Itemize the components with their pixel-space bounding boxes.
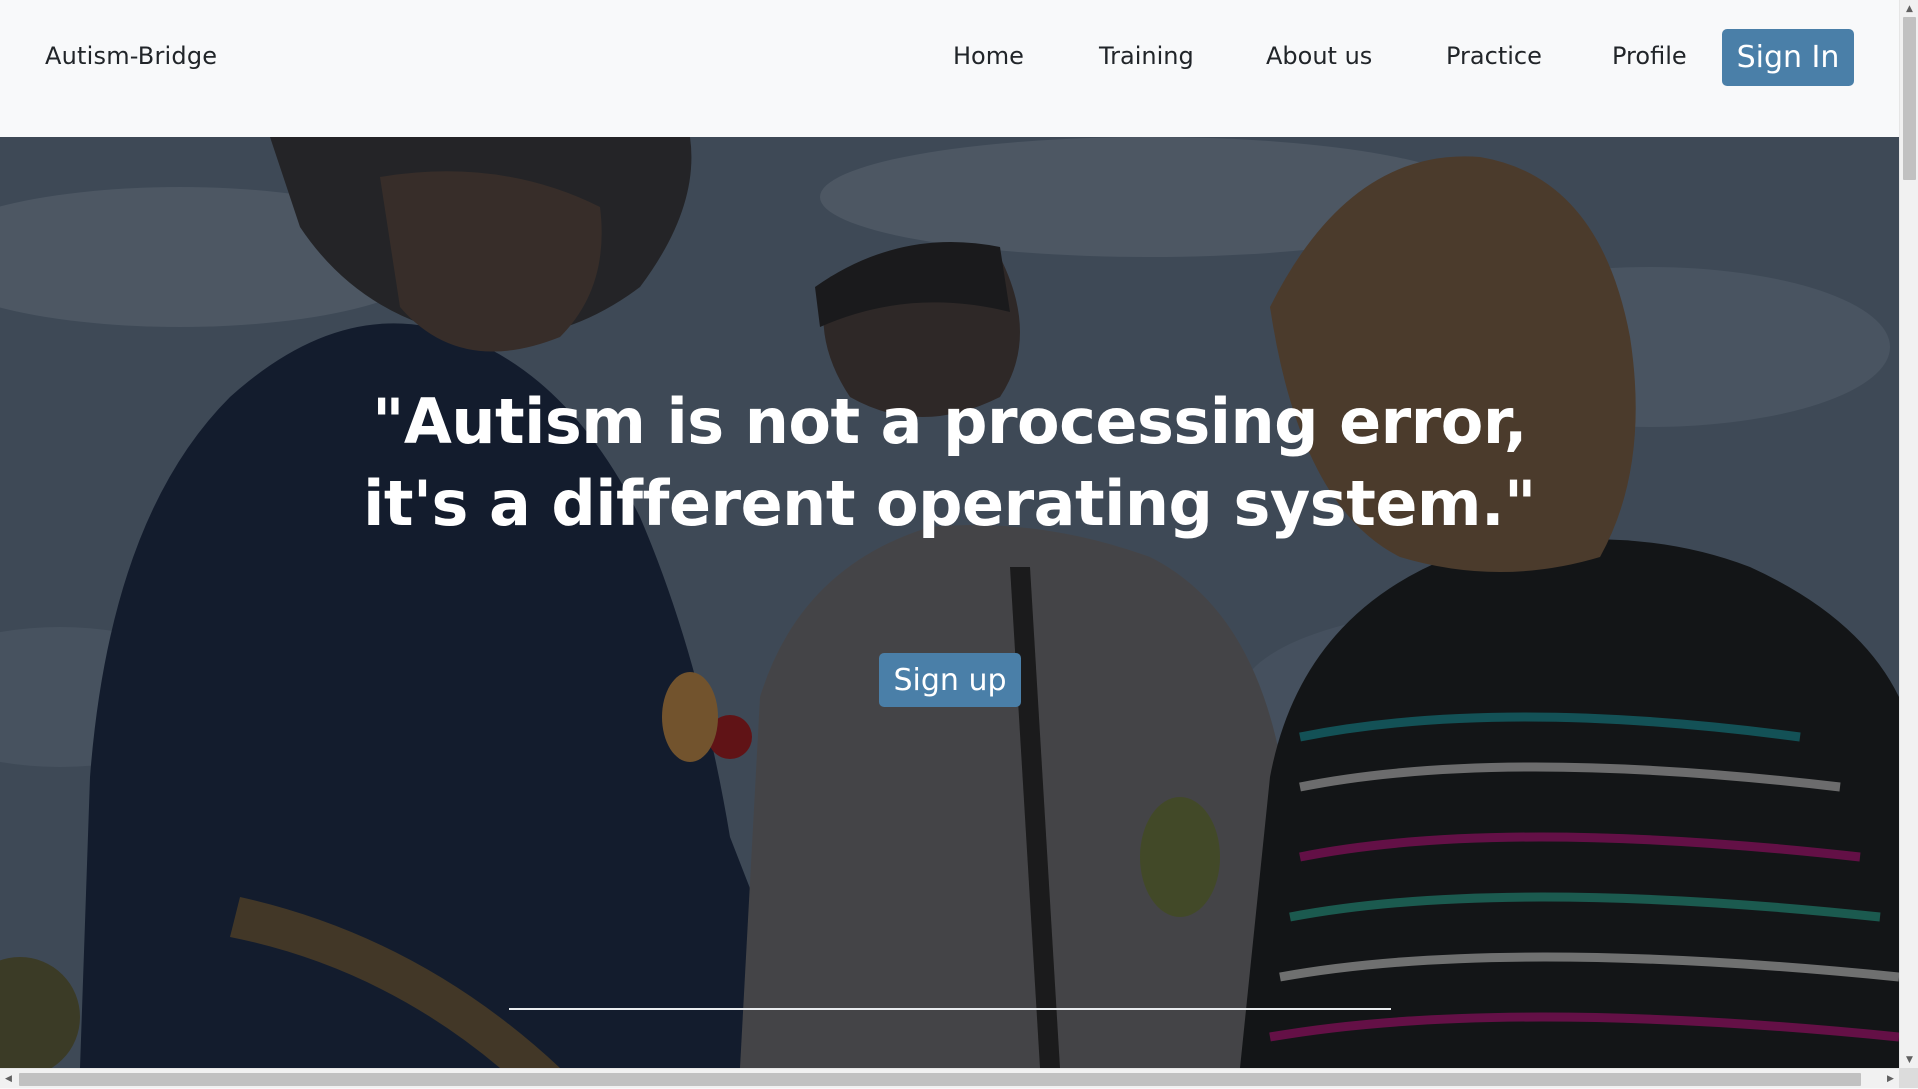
hero-quote: "Autism is not a processing error, it's … <box>0 381 1899 545</box>
hero-quote-line-2: it's a different operating system." <box>363 466 1536 540</box>
hero-quote-line-1: "Autism is not a processing error, <box>372 384 1527 458</box>
nav-link-about-us[interactable]: About us <box>1266 42 1372 70</box>
scroll-left-arrow-icon[interactable]: ◀ <box>0 1069 17 1089</box>
scroll-right-arrow-icon[interactable]: ▶ <box>1882 1069 1899 1089</box>
vertical-scrollbar[interactable]: ▲ ▼ <box>1899 0 1918 1068</box>
hero-section: "Autism is not a processing error, it's … <box>0 137 1899 1068</box>
scrollbar-corner <box>1899 1068 1918 1088</box>
page-viewport: Autism-Bridge Home Training About us Pra… <box>0 0 1899 1068</box>
horizontal-scroll-thumb[interactable] <box>19 1073 1861 1086</box>
nav-link-home[interactable]: Home <box>953 42 1024 70</box>
nav-link-practice[interactable]: Practice <box>1446 42 1542 70</box>
scroll-down-arrow-icon[interactable]: ▼ <box>1900 1051 1918 1068</box>
hero-divider <box>509 1008 1391 1010</box>
brand-logo-link[interactable]: Autism-Bridge <box>45 42 217 70</box>
navbar: Autism-Bridge Home Training About us Pra… <box>0 0 1899 137</box>
hero-dark-overlay <box>0 137 1899 1068</box>
sign-in-button[interactable]: Sign In <box>1722 29 1854 86</box>
sign-up-button[interactable]: Sign up <box>879 653 1021 707</box>
nav-link-profile[interactable]: Profile <box>1612 42 1687 70</box>
horizontal-scrollbar[interactable]: ◀ ▶ <box>0 1068 1899 1088</box>
vertical-scroll-thumb[interactable] <box>1903 17 1916 180</box>
nav-link-training[interactable]: Training <box>1099 42 1194 70</box>
scroll-up-arrow-icon[interactable]: ▲ <box>1900 0 1918 17</box>
